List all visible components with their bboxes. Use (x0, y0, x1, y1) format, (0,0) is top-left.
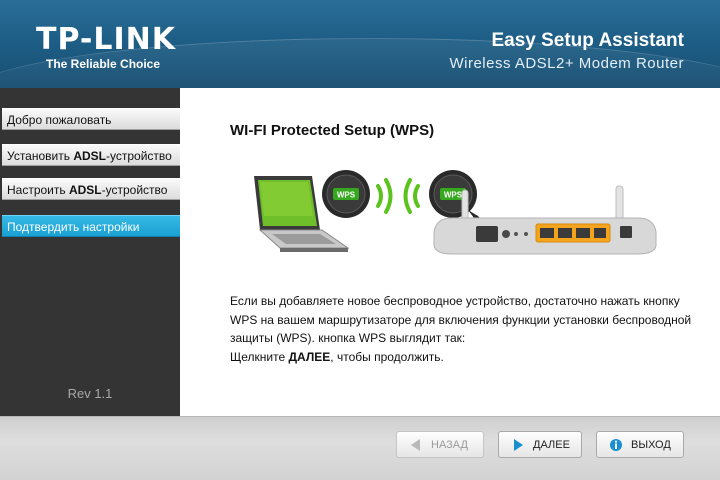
continue-prefix: Щелкните (230, 349, 289, 364)
sidebar-item-welcome[interactable]: Добро пожаловать (2, 108, 180, 130)
right-triangle-icon (514, 438, 523, 451)
wps-badge-label: WPS (444, 191, 463, 200)
description-text: Если вы добавляете новое беспроводное ус… (230, 292, 700, 366)
sidebar-item-label-suffix: -устройство (106, 149, 172, 163)
brand-logo: TP-LINK (36, 22, 177, 57)
exit-button[interactable]: ВЫХОД (596, 431, 684, 458)
page-title: WI-FI Protected Setup (WPS) (230, 122, 435, 139)
revision-label: Rev 1.1 (67, 386, 113, 401)
wifi-signal-icon (376, 178, 420, 214)
footer-bar: НАЗАД ДАЛЕЕ ВЫХОД (0, 416, 720, 480)
left-triangle-icon (411, 438, 420, 451)
sidebar-item-label: Добро пожаловать (7, 113, 112, 127)
sidebar-item-label-suffix: -устройство (101, 183, 168, 197)
router-icon (433, 185, 657, 255)
brand-tagline: The Reliable Choice (46, 57, 161, 71)
continue-suffix: , чтобы продолжить. (330, 349, 444, 364)
sidebar-item-label: Установить (7, 149, 74, 163)
wps-badge-icon: WPS (322, 170, 370, 218)
sidebar-item-label-bold: ADSL (68, 183, 102, 197)
back-button[interactable]: НАЗАД (396, 431, 484, 458)
sidebar-item-install-adsl[interactable]: Установить ADSL-устройство (2, 144, 180, 166)
header-banner: TP-LINK The Reliable Choice Easy Setup A… (0, 0, 720, 88)
wps-badge-label: WPS (337, 191, 356, 200)
sidebar-item-configure-adsl[interactable]: Настроить ADSL-устройство (2, 178, 180, 200)
wps-illustration: WPS WPS (254, 170, 657, 255)
back-button-label: НАЗАД (431, 438, 468, 451)
sidebar-item-label-bold: ADSL (73, 149, 106, 163)
sidebar-item-confirm-settings[interactable]: Подтвердить настройки (2, 215, 180, 237)
continue-bold: ДАЛЕЕ (288, 349, 331, 364)
main-content: WI-FI Protected Setup (WPS) WPS WPS Если… (180, 88, 720, 416)
info-circle-icon (610, 438, 622, 451)
app-title: Easy Setup Assistant (491, 30, 684, 51)
next-button[interactable]: ДАЛЕЕ (498, 431, 582, 458)
description-paragraph: Если вы добавляете новое беспроводное ус… (230, 294, 692, 345)
app-subtitle: Wireless ADSL2+ Modem Router (449, 55, 684, 72)
next-button-label: ДАЛЕЕ (533, 438, 570, 451)
exit-button-label: ВЫХОД (631, 438, 671, 451)
sidebar-item-label: Подтвердить настройки (7, 220, 140, 234)
sidebar-item-label: Настроить (7, 183, 69, 197)
sidebar: Добро пожаловать Установить ADSL-устройс… (0, 88, 180, 416)
